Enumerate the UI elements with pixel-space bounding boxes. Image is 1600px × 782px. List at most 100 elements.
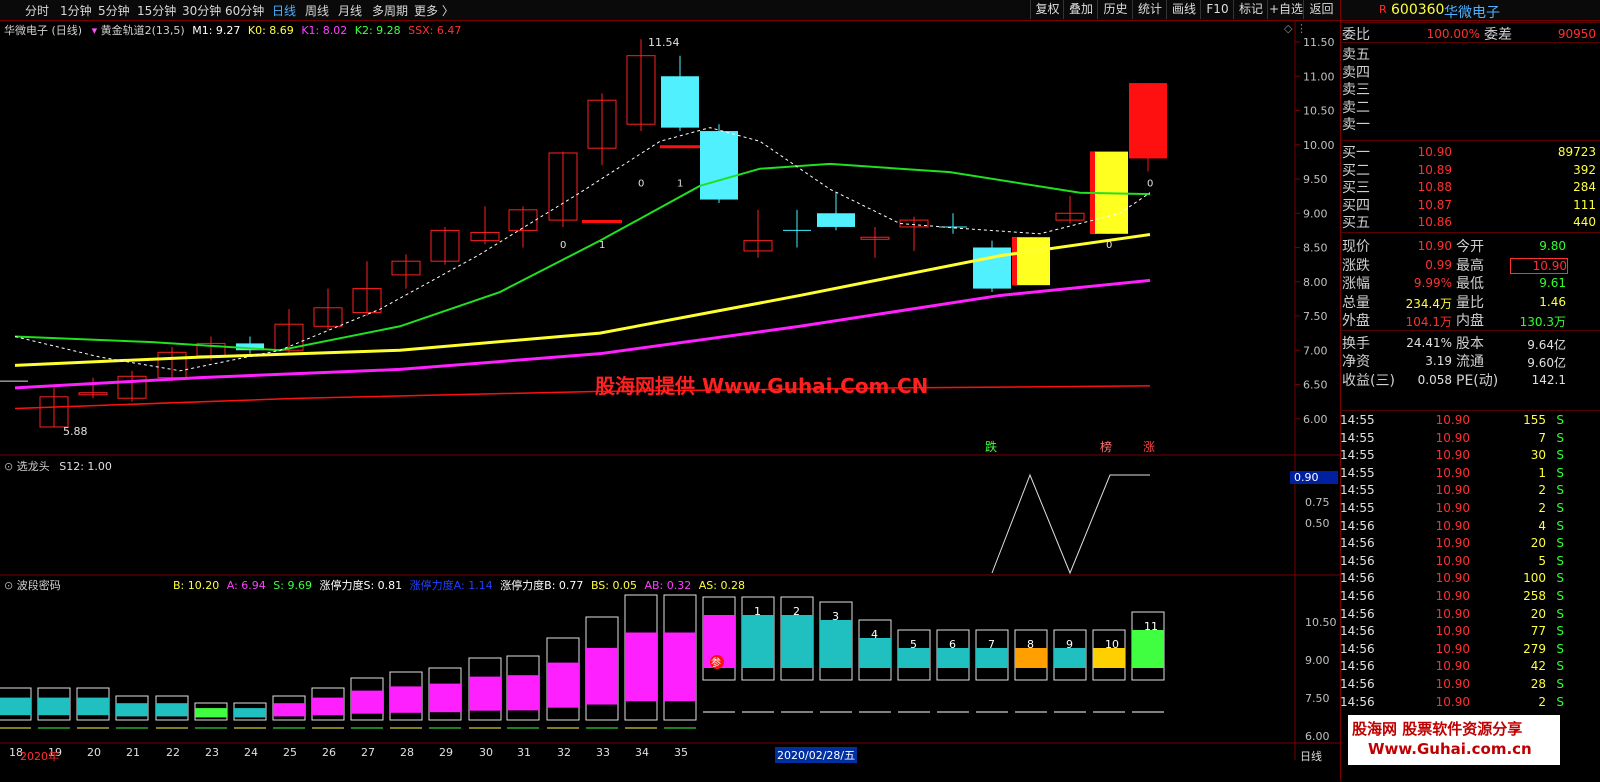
panel-settings-icon[interactable]: ◇ ⋮ [1284,22,1307,35]
toolbar-button-6[interactable]: 标记 [1233,0,1268,19]
y-tick-9: 7.00 [1303,344,1328,357]
tick-vol-1: 7 [1538,430,1546,445]
tick-vol-5: 2 [1538,501,1546,515]
y-tick-1: 11.00 [1303,70,1335,83]
stat-label1-2: 涨幅 [1342,276,1370,292]
buy-vol-2: 284 [1573,180,1596,194]
y-tick-4: 9.50 [1303,173,1328,186]
tick-time-12: 14:56 [1340,624,1375,639]
sub2-rfill-6 [937,648,969,668]
stat-value1-5: 24.41% [1406,335,1452,350]
tab-2[interactable]: 5分钟 [98,2,130,19]
sub1-title[interactable]: 选龙头 [17,460,50,473]
stock-name[interactable]: 华微电子 [1444,2,1500,22]
ad-line1: 股海网 股票软件资源分享 [1352,720,1523,738]
tick-price-5: 10.90 [1435,501,1470,515]
toolbar-button-2[interactable]: 历史 [1097,0,1133,19]
tab-4[interactable]: 30分钟 [182,2,221,19]
sub2-fill-8 [312,697,344,716]
stock-code[interactable]: 600360 [1391,2,1444,18]
ad-banner[interactable]: 股海网 股票软件资源分享 Www.Guhai.com.cn [1348,715,1560,765]
stat-value2-2: 9.61 [1539,276,1566,290]
indicator-name[interactable]: 黄金轨道2(13,5) [101,24,185,37]
toolbar-button-8[interactable]: 返回 [1303,0,1339,19]
stat-label1-6: 净资 [1342,354,1370,370]
sub2-top-num-9: 9 [1066,638,1073,651]
stat-value1-1: 0.99 [1425,257,1452,272]
tick-time-4: 14:55 [1340,483,1375,498]
sub2-top-num-6: 6 [949,638,956,651]
sub2-rfill-7 [976,648,1008,668]
tab-9[interactable]: 多周期 [372,2,408,19]
tick-price-0: 10.90 [1435,413,1470,427]
tab-1[interactable]: 1分钟 [60,2,92,19]
sub2-top-num-3: 3 [832,610,839,623]
weicha-label: 委差 [1484,27,1512,43]
sub2-title[interactable]: 波段密码 [17,579,61,592]
stat-value1-3: 234.4万 [1405,296,1452,311]
buy-price-1: 10.89 [1417,162,1452,177]
sub2-top-num-8: 8 [1027,638,1034,651]
buy-vol-3: 111 [1573,197,1596,212]
sub2-fill-7 [273,703,305,717]
tick-side-6: S [1556,518,1564,533]
tick-vol-15: 28 [1530,677,1546,691]
sub2-settings-icon[interactable]: ⊙ [4,579,13,592]
stat-label2-4: 内盘 [1456,313,1484,329]
toolbar-button-0[interactable]: 复权 [1030,0,1064,19]
stat-label1-5: 换手 [1342,335,1370,352]
sub2-rfill-1 [742,615,774,668]
tab-10[interactable]: 更多 〉 [414,2,454,19]
sub1-current-value: 0.90 [1294,471,1319,484]
sub2-fill-10 [390,686,422,713]
buy-vol-4: 440 [1573,215,1596,229]
tick-time-2: 14:55 [1340,448,1375,463]
y-tick-10: 6.50 [1303,379,1328,392]
kline-chart[interactable]: 11.5011.0010.5010.009.509.008.508.007.50… [0,20,1340,782]
high-label: 11.54 [648,36,680,49]
sub2-top-num-10: 10 [1105,638,1119,651]
sub2-num-17: 35 [674,746,688,759]
tick-vol-12: 77 [1530,624,1546,639]
stat-value1-4: 104.1万 [1405,315,1452,329]
tab-5[interactable]: 60分钟 [225,2,264,19]
sub2-tick-1: 9.00 [1305,654,1330,667]
sub2-marker-text: 参 [711,656,721,669]
tick-price-9: 10.90 [1435,571,1470,586]
tick-time-15: 14:56 [1340,677,1375,691]
buy-price-0: 10.90 [1417,145,1452,159]
sub2-ztb: 涨停力度B: 0.77 [500,579,584,592]
stat-value2-0: 9.80 [1539,239,1566,253]
toolbar-button-1[interactable]: 叠加 [1063,0,1098,19]
sub1-settings-icon[interactable]: ⊙ [4,460,13,473]
sub2-num-5: 23 [205,746,219,759]
tick-price-11: 10.90 [1435,606,1470,621]
candle-edge-25 [1012,237,1017,286]
tab-8[interactable]: 月线 [338,2,362,19]
tick-time-1: 14:55 [1340,430,1375,445]
tab-0[interactable]: 分时 [25,2,49,19]
year-label: 2020年 [20,750,59,763]
sub2-fill-4 [156,703,188,717]
toolbar-button-7[interactable]: +自选 [1267,0,1304,19]
tick-side-16: S [1556,694,1564,709]
ssx-value: SSX: 6.47 [408,24,462,37]
tick-vol-9: 100 [1523,571,1546,586]
tab-3[interactable]: 15分钟 [137,2,176,19]
sub2-fill-17 [664,632,696,702]
stat-label2-5: 股本 [1456,335,1484,352]
toolbar-button-3[interactable]: 统计 [1132,0,1167,19]
tick-price-16: 10.90 [1435,694,1470,709]
toolbar-button-5[interactable]: F10 [1200,0,1234,19]
tick-price-14: 10.90 [1435,659,1470,674]
indicator-collapse-icon[interactable]: ▾ [92,24,98,37]
tab-6[interactable]: 日线 [272,2,296,19]
toolbar-button-4[interactable]: 画线 [1166,0,1201,19]
tick-time-3: 14:55 [1340,465,1375,480]
tab-7[interactable]: 周线 [305,2,329,19]
buy-price-4: 10.86 [1417,215,1452,229]
sub2-fill-5 [195,708,227,718]
k0-value: K0: 8.69 [247,24,294,37]
sub2-fill-9 [351,690,383,714]
ad-line2: Www.Guhai.com.cn [1368,740,1532,758]
